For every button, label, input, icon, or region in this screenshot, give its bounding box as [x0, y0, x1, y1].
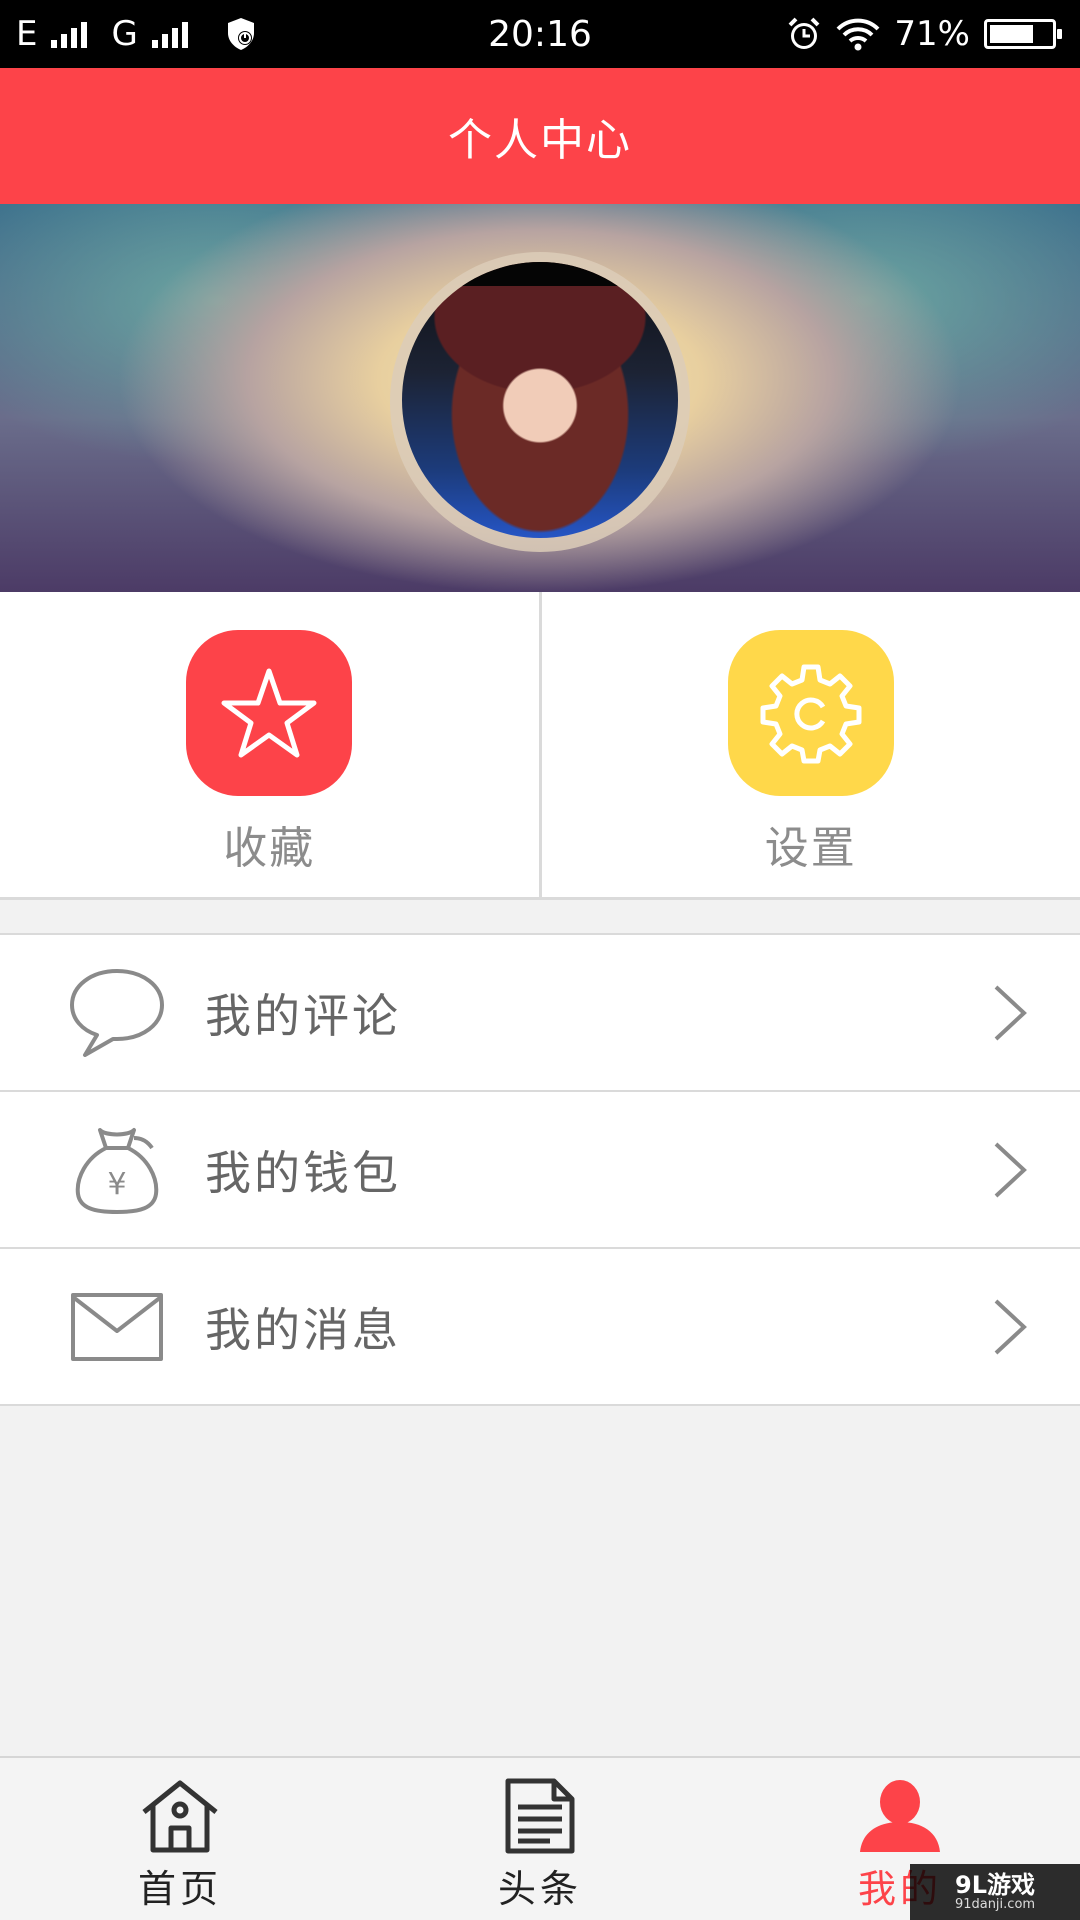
favorites-button[interactable]: 收藏 [0, 592, 539, 897]
speech-bubble-icon [62, 963, 172, 1063]
status-bar: E G 20:16 71% [0, 0, 1080, 68]
settings-button[interactable]: 设置 [538, 592, 1080, 897]
menu-label-messages: 我的消息 [205, 1302, 401, 1357]
watermark-logo: 9L游戏 [955, 1871, 1035, 1899]
signal-strength-icon-2 [151, 20, 188, 48]
profile-screen: E G 20:16 71% 个人中心 收藏 设置 我的评论 ¥ 我的钱包 我的消… [0, 0, 1080, 1920]
status-left: E G [0, 14, 256, 54]
battery-level [990, 25, 1033, 43]
quick-actions: 收藏 设置 [0, 592, 1080, 900]
app-header: 个人中心 [0, 68, 1080, 204]
shield-icon [226, 17, 256, 51]
menu-list: 我的评论 ¥ 我的钱包 我的消息 [0, 933, 1080, 1406]
money-bag-icon: ¥ [62, 1120, 172, 1220]
nav-headlines[interactable]: 头条 [360, 1758, 720, 1920]
favorites-icon-tile [186, 630, 353, 796]
watermark: 9L游戏 91danji.com [910, 1864, 1080, 1920]
chevron-right-icon [990, 983, 1030, 1043]
wifi-icon [836, 17, 880, 51]
gear-icon [759, 661, 863, 765]
menu-item-wallet[interactable]: ¥ 我的钱包 [0, 1092, 1080, 1249]
home-icon [135, 1776, 225, 1856]
status-right: 71% [786, 14, 1080, 54]
network-type-2: G [111, 14, 138, 54]
favorites-label: 收藏 [223, 823, 316, 874]
chevron-right-icon [990, 1297, 1030, 1357]
menu-item-comments[interactable]: 我的评论 [0, 935, 1080, 1092]
nav-home-label: 首页 [137, 1867, 222, 1911]
nav-headlines-label: 头条 [497, 1867, 582, 1911]
avatar[interactable] [402, 262, 678, 538]
menu-item-messages[interactable]: 我的消息 [0, 1249, 1080, 1406]
settings-label: 设置 [764, 823, 857, 874]
page-title: 个人中心 [448, 115, 632, 166]
settings-icon-tile [727, 630, 894, 796]
envelope-icon [62, 1277, 172, 1377]
menu-label-wallet: 我的钱包 [205, 1145, 401, 1200]
battery-icon [984, 19, 1062, 49]
signal-strength-icon [51, 20, 88, 48]
chevron-right-icon [990, 1140, 1030, 1200]
nav-home[interactable]: 首页 [0, 1758, 360, 1920]
alarm-icon [786, 16, 822, 52]
star-icon [221, 667, 317, 759]
battery-percent: 71% [894, 14, 970, 54]
document-icon [495, 1776, 585, 1856]
svg-text:¥: ¥ [107, 1167, 126, 1202]
watermark-url: 91danji.com [954, 1897, 1036, 1912]
menu-label-comments: 我的评论 [205, 988, 401, 1043]
network-type-1: E [16, 14, 38, 54]
user-icon [855, 1776, 945, 1856]
